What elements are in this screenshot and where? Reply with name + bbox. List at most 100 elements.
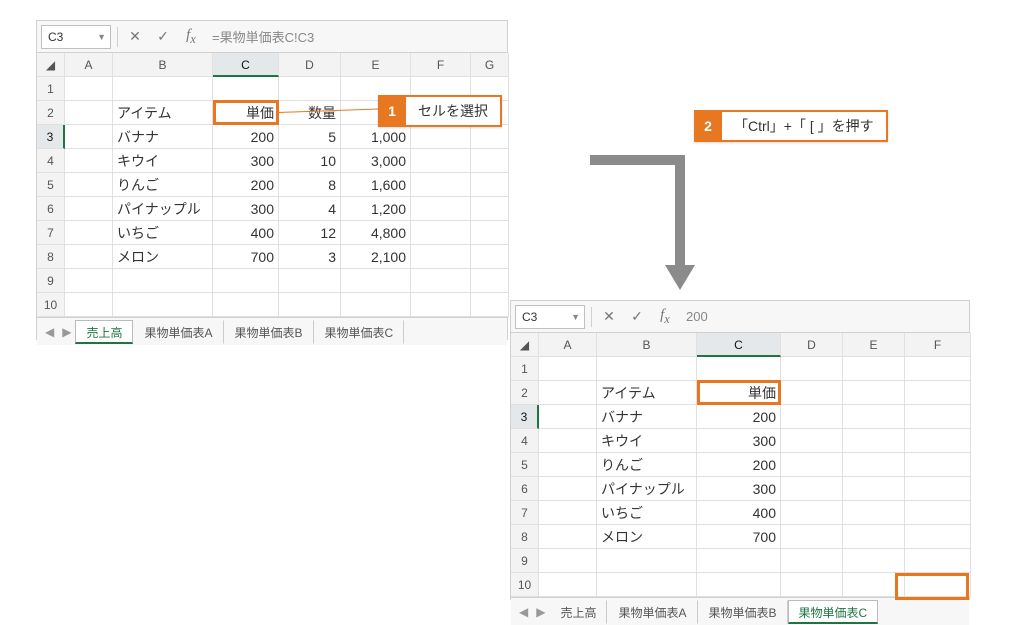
cell[interactable]: [411, 269, 471, 293]
cell[interactable]: [65, 293, 113, 317]
row-header[interactable]: 1: [37, 77, 65, 101]
cell[interactable]: [411, 293, 471, 317]
row-header[interactable]: 7: [511, 501, 539, 525]
cell[interactable]: [905, 405, 971, 429]
cell[interactable]: 400: [213, 221, 279, 245]
cell[interactable]: [279, 293, 341, 317]
cell-selected[interactable]: 200: [697, 405, 781, 429]
row-header[interactable]: 7: [37, 221, 65, 245]
cell[interactable]: [905, 453, 971, 477]
cell[interactable]: [597, 549, 697, 573]
row-header[interactable]: 4: [511, 429, 539, 453]
cell[interactable]: 1,000: [341, 125, 411, 149]
fx-icon[interactable]: fx: [180, 26, 202, 48]
cell[interactable]: [471, 293, 509, 317]
cell[interactable]: [781, 477, 843, 501]
cell[interactable]: [411, 245, 471, 269]
cell[interactable]: [113, 269, 213, 293]
cell[interactable]: [279, 269, 341, 293]
tab-nav-prev-icon[interactable]: ◀: [41, 325, 58, 339]
cell[interactable]: [781, 573, 843, 597]
cell[interactable]: 1,200: [341, 197, 411, 221]
cell[interactable]: [905, 477, 971, 501]
cell[interactable]: 3: [279, 245, 341, 269]
cell[interactable]: 2,100: [341, 245, 411, 269]
name-box[interactable]: C3 ▼: [515, 305, 585, 329]
cell[interactable]: [539, 405, 597, 429]
cell[interactable]: [905, 357, 971, 381]
cell[interactable]: [65, 197, 113, 221]
select-all-corner[interactable]: ◢: [511, 333, 539, 357]
col-header[interactable]: B: [113, 53, 213, 77]
cell[interactable]: [65, 149, 113, 173]
cell[interactable]: バナナ: [113, 125, 213, 149]
cell[interactable]: メロン: [113, 245, 213, 269]
cell[interactable]: [843, 453, 905, 477]
cell[interactable]: 200: [697, 453, 781, 477]
cell[interactable]: [843, 573, 905, 597]
cell[interactable]: メロン: [597, 525, 697, 549]
row-header[interactable]: 10: [511, 573, 539, 597]
cell[interactable]: [65, 101, 113, 125]
cell[interactable]: [213, 269, 279, 293]
cell[interactable]: [279, 77, 341, 101]
cell[interactable]: 12: [279, 221, 341, 245]
sheet-tab[interactable]: 売上高: [549, 600, 607, 624]
row-header[interactable]: 8: [37, 245, 65, 269]
cell[interactable]: パイナップル: [597, 477, 697, 501]
cell[interactable]: 700: [213, 245, 279, 269]
row-header[interactable]: 5: [511, 453, 539, 477]
cell[interactable]: [65, 245, 113, 269]
cell[interactable]: [597, 357, 697, 381]
row-header[interactable]: 6: [37, 197, 65, 221]
cell[interactable]: [471, 149, 509, 173]
cell[interactable]: [65, 77, 113, 101]
cell[interactable]: [781, 501, 843, 525]
cell[interactable]: [411, 149, 471, 173]
cell[interactable]: 単価: [213, 101, 279, 125]
cell[interactable]: [905, 525, 971, 549]
cell[interactable]: [539, 573, 597, 597]
cell[interactable]: バナナ: [597, 405, 697, 429]
cell[interactable]: 8: [279, 173, 341, 197]
tab-nav-next-icon[interactable]: ▶: [58, 325, 75, 339]
spreadsheet-grid[interactable]: ◢ A B C D E F G 1 2 アイテム 単価 数量 売上 3 バナナ …: [37, 53, 507, 317]
cell[interactable]: 300: [697, 477, 781, 501]
cell[interactable]: [539, 525, 597, 549]
cell[interactable]: [539, 501, 597, 525]
cell[interactable]: 700: [697, 525, 781, 549]
cell[interactable]: [471, 197, 509, 221]
row-header[interactable]: 9: [511, 549, 539, 573]
col-header[interactable]: F: [905, 333, 971, 357]
cell[interactable]: [539, 381, 597, 405]
cell[interactable]: [113, 77, 213, 101]
cell[interactable]: [843, 477, 905, 501]
cell[interactable]: 4: [279, 197, 341, 221]
cell[interactable]: [905, 501, 971, 525]
row-header[interactable]: 3: [37, 125, 65, 149]
cell[interactable]: [597, 573, 697, 597]
cell[interactable]: [113, 293, 213, 317]
col-header[interactable]: E: [843, 333, 905, 357]
row-header[interactable]: 2: [37, 101, 65, 125]
cell[interactable]: [781, 453, 843, 477]
cell[interactable]: [539, 429, 597, 453]
cell[interactable]: [843, 381, 905, 405]
cell[interactable]: [843, 429, 905, 453]
sheet-tab[interactable]: 果物単価表B: [224, 320, 314, 344]
col-header[interactable]: C: [697, 333, 781, 357]
cell[interactable]: 300: [213, 197, 279, 221]
cell[interactable]: いちご: [597, 501, 697, 525]
cell[interactable]: [411, 125, 471, 149]
col-header[interactable]: E: [341, 53, 411, 77]
cell[interactable]: [471, 125, 509, 149]
cell[interactable]: [341, 269, 411, 293]
cell[interactable]: 5: [279, 125, 341, 149]
row-header[interactable]: 10: [37, 293, 65, 317]
cell[interactable]: [781, 405, 843, 429]
cell[interactable]: [843, 549, 905, 573]
cell[interactable]: 300: [213, 149, 279, 173]
cell-selected[interactable]: 200: [213, 125, 279, 149]
col-header[interactable]: A: [539, 333, 597, 357]
sheet-tab[interactable]: 売上高: [75, 320, 133, 344]
